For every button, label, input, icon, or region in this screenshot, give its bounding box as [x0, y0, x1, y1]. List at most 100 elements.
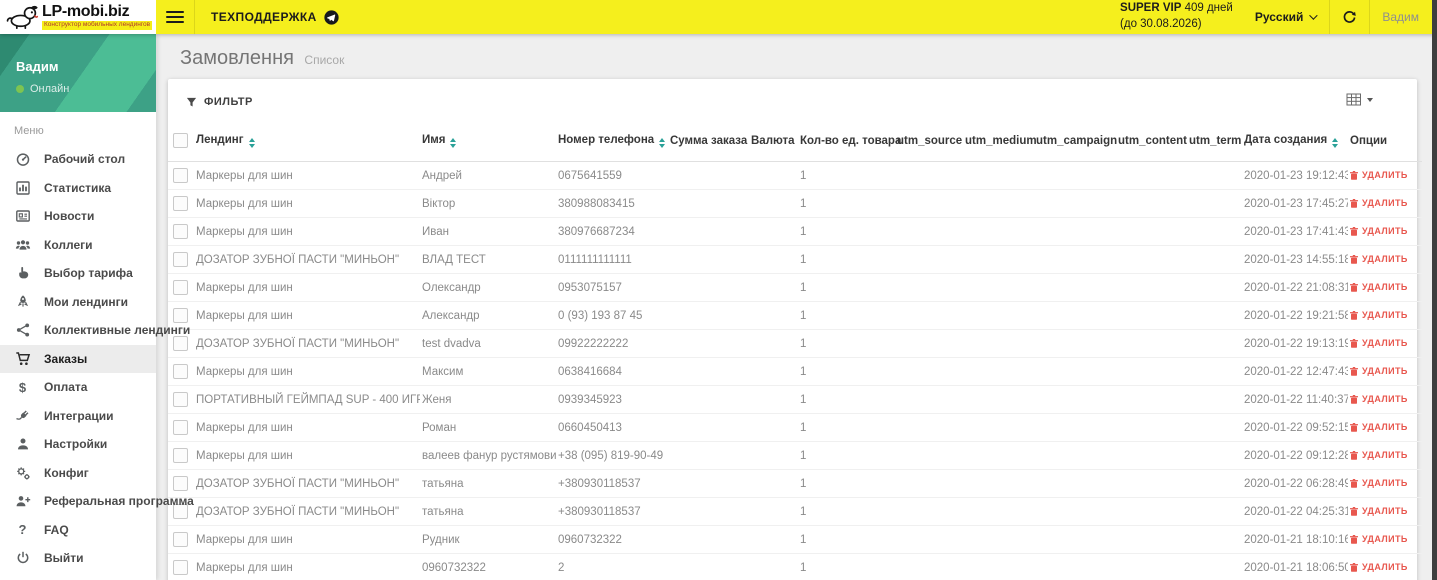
trash-icon: [1350, 450, 1358, 460]
filter-funnel-icon: [186, 97, 197, 108]
main-content: Замовлення Список ФИЛЬТР Лендинг Имя Ном…: [156, 34, 1432, 580]
delete-button[interactable]: УДАЛИТЬ: [1350, 224, 1408, 238]
user-panel: Вадим Онлайн: [0, 34, 156, 112]
cell-utm-campaign: [1034, 329, 1116, 358]
cell-utm-content: [1116, 497, 1187, 526]
sidebar-item-faq[interactable]: ? FAQ: [0, 516, 156, 545]
row-checkbox[interactable]: [173, 196, 188, 211]
delete-button[interactable]: УДАЛИТЬ: [1350, 252, 1408, 266]
sidebar-item-settings[interactable]: Настройки: [0, 430, 156, 459]
language-selector[interactable]: Русский: [1247, 10, 1324, 24]
sidebar-item-collective-landings[interactable]: Коллективные лендинги: [0, 316, 190, 345]
cell-currency: [749, 329, 798, 358]
hand-pointer-icon: [14, 265, 31, 282]
support-link[interactable]: ТЕХПОДДЕРЖКА: [201, 9, 349, 25]
delete-button[interactable]: УДАЛИТЬ: [1350, 392, 1408, 406]
column-header-name[interactable]: Имя: [420, 121, 556, 162]
sidebar-item-referral[interactable]: Реферальная программа: [0, 487, 194, 516]
sidebar-item-tariff[interactable]: Выбор тарифа: [0, 259, 156, 288]
cell-name: Олександр: [420, 273, 556, 302]
sidebar-item-colleagues[interactable]: Коллеги: [0, 231, 156, 260]
page-title: Замовлення: [180, 47, 294, 69]
cell-utm-campaign: [1034, 385, 1116, 414]
sidebar-item-config[interactable]: Конфиг: [0, 459, 156, 488]
menu-toggle-button[interactable]: [162, 4, 188, 30]
filter-button[interactable]: ФИЛЬТР: [186, 96, 253, 108]
cell-utm-content: [1116, 329, 1187, 358]
cell-utm-content: [1116, 441, 1187, 470]
logo[interactable]: LP-mobi.biz Конструктор мобильных лендин…: [0, 0, 156, 34]
delete-button[interactable]: УДАЛИТЬ: [1350, 336, 1408, 350]
cell-qty: 1: [798, 441, 895, 470]
dashboard-icon: [14, 151, 31, 168]
trash-icon: [1350, 394, 1358, 404]
row-checkbox[interactable]: [173, 308, 188, 323]
sidebar-item-my-landings[interactable]: Мои лендинги: [0, 288, 156, 317]
sidebar-item-orders[interactable]: Заказы: [0, 344, 156, 373]
delete-button[interactable]: УДАЛИТЬ: [1350, 196, 1408, 210]
sidebar-item-integrations[interactable]: Интеграции: [0, 402, 156, 431]
cell-currency: [749, 525, 798, 554]
sidebar-item-statistics[interactable]: Статистика: [0, 174, 156, 203]
sidebar-item-news[interactable]: Новости: [0, 202, 156, 231]
row-checkbox[interactable]: [173, 560, 188, 575]
row-checkbox[interactable]: [173, 280, 188, 295]
delete-button[interactable]: УДАЛИТЬ: [1350, 448, 1408, 462]
row-checkbox[interactable]: [173, 392, 188, 407]
cell-qty: 1: [798, 301, 895, 330]
sidebar-item-logout[interactable]: Выйти: [0, 544, 156, 573]
row-checkbox[interactable]: [173, 336, 188, 351]
cell-utm-source: [895, 413, 963, 442]
row-checkbox[interactable]: [173, 420, 188, 435]
cell-utm-medium: [963, 525, 1034, 554]
cell-utm-medium: [963, 161, 1034, 190]
cell-qty: 1: [798, 497, 895, 526]
delete-button[interactable]: УДАЛИТЬ: [1350, 168, 1408, 182]
delete-button[interactable]: УДАЛИТЬ: [1350, 532, 1408, 546]
cell-utm-medium: [963, 273, 1034, 302]
table-row: ДОЗАТОР ЗУБНОЇ ПАСТИ "МИНЬОН" татьяна +3…: [168, 469, 1422, 498]
logo-dog-icon: [6, 3, 40, 31]
cell-utm-medium: [963, 245, 1034, 274]
topbar: LP-mobi.biz Конструктор мобильных лендин…: [0, 0, 1437, 34]
delete-button[interactable]: УДАЛИТЬ: [1350, 560, 1408, 574]
cell-utm-content: [1116, 273, 1187, 302]
row-checkbox[interactable]: [173, 364, 188, 379]
topbar-username[interactable]: Вадим: [1376, 10, 1429, 24]
power-icon: [14, 550, 31, 567]
topbar-divider: [194, 0, 195, 34]
row-checkbox[interactable]: [173, 168, 188, 183]
page-scrollbar[interactable]: [1432, 0, 1437, 580]
sidebar-item-dashboard[interactable]: Рабочий стол: [0, 145, 156, 174]
cell-name: 0960732322: [420, 553, 556, 580]
row-checkbox[interactable]: [173, 252, 188, 267]
cell-sum: [668, 273, 749, 302]
column-header-date[interactable]: Дата создания: [1242, 121, 1348, 162]
row-checkbox[interactable]: [173, 476, 188, 491]
delete-button[interactable]: УДАЛИТЬ: [1350, 280, 1408, 294]
column-header-landing[interactable]: Лендинг: [194, 121, 420, 162]
delete-button[interactable]: УДАЛИТЬ: [1350, 420, 1408, 434]
delete-button[interactable]: УДАЛИТЬ: [1350, 504, 1408, 518]
column-header-phone[interactable]: Номер телефона: [556, 121, 668, 162]
column-settings-button[interactable]: [1346, 93, 1373, 106]
row-checkbox[interactable]: [173, 224, 188, 239]
cell-landing: Маркеры для шин: [194, 301, 420, 330]
delete-button[interactable]: УДАЛИТЬ: [1350, 476, 1408, 490]
refresh-button[interactable]: [1336, 8, 1363, 27]
row-checkbox[interactable]: [173, 532, 188, 547]
cell-utm-term: [1187, 357, 1242, 386]
cell-date: 2020-01-22 06:28:49: [1242, 469, 1348, 498]
share-icon: [14, 322, 31, 339]
sidebar-item-payment[interactable]: $ Оплата: [0, 373, 156, 402]
cell-utm-medium: [963, 553, 1034, 580]
chevron-down-icon: [1309, 11, 1319, 20]
cell-utm-content: [1116, 245, 1187, 274]
delete-button[interactable]: УДАЛИТЬ: [1350, 308, 1408, 322]
row-checkbox[interactable]: [173, 448, 188, 463]
cell-qty: 1: [798, 245, 895, 274]
delete-button[interactable]: УДАЛИТЬ: [1350, 364, 1408, 378]
select-all-checkbox[interactable]: [173, 133, 188, 148]
sort-icon: [659, 137, 666, 148]
cell-utm-term: [1187, 161, 1242, 190]
